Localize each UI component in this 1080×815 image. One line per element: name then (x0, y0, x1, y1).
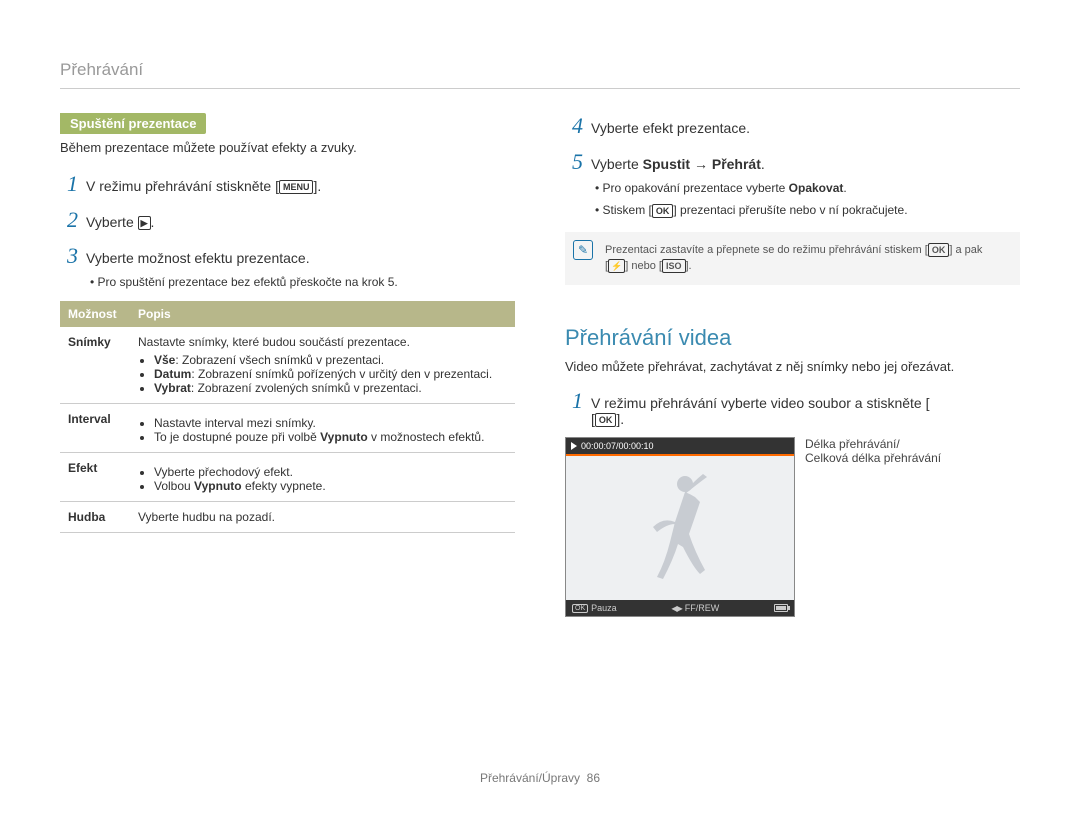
ok-button-icon: OK (595, 413, 617, 427)
step-text: Vyberte efekt prezentace. (591, 120, 750, 136)
right-column: 4 Vyberte efekt prezentace. 5 Vyberte Sp… (565, 113, 1020, 617)
step-5: 5 Vyberte Spustit → Přehrát. (565, 149, 1020, 175)
note-icon: ✎ (573, 240, 593, 260)
timecode: 00:00:07/00:00:10 (581, 441, 654, 451)
options-table: Možnost Popis Snímky Nastavte snímky, kt… (60, 301, 515, 533)
battery-icon (774, 604, 788, 612)
play-icon: ▶ (138, 216, 151, 230)
table-row: Interval Nastavte interval mezi snímky. … (60, 404, 515, 453)
play-icon (571, 442, 577, 450)
step-number: 1 (565, 388, 583, 414)
callout-line (566, 454, 795, 456)
step-1: 1 V režimu přehrávání stiskněte [MENU]. (60, 171, 515, 197)
table-row: Snímky Nastavte snímky, které budou souč… (60, 327, 515, 404)
step-number: 4 (565, 113, 583, 139)
ok-button-icon: OK (652, 204, 674, 218)
step-2: 2 Vyberte ▶. (60, 207, 515, 233)
ok-button-icon: OK (928, 243, 950, 257)
menu-button-icon: MENU (279, 180, 314, 194)
step-text: Vyberte (86, 214, 138, 230)
step-number: 3 (60, 243, 78, 269)
playback-figure: 00:00:07/00:00:10 OK Pauza ◀▶ FF/REW (565, 437, 1020, 617)
video-desc: Video můžete přehrávat, zachytávat z něj… (565, 359, 1020, 374)
step-number: 2 (60, 207, 78, 233)
step-number: 1 (60, 171, 78, 197)
step-text: V režimu přehrávání stiskněte [ (86, 178, 279, 194)
subsection-tag: Spuštění prezentace (60, 113, 206, 134)
left-column: Spuštění prezentace Během prezentace můž… (60, 113, 515, 617)
video-screen: 00:00:07/00:00:10 OK Pauza ◀▶ FF/REW (565, 437, 795, 617)
pause-label: Pauza (591, 603, 617, 613)
iso-button-icon: ISO (662, 259, 686, 273)
step-5-sub2: • Stiskem [OK] prezentaci přerušíte nebo… (595, 203, 1020, 218)
step-number: 5 (565, 149, 583, 175)
dancer-graphic (645, 472, 715, 582)
video-playback-heading: Přehrávání videa (565, 325, 1020, 351)
step-3-sub: • Pro spuštění prezentace bez efektů pře… (90, 275, 515, 289)
step-text: Vyberte možnost efektu prezentace. (86, 250, 310, 266)
table-header-option: Možnost (60, 301, 130, 327)
section-header: Přehrávání (60, 60, 1020, 89)
table-row: Efekt Vyberte přechodový efekt. Volbou V… (60, 453, 515, 502)
intro-text: Během prezentace můžete používat efekty … (60, 140, 515, 155)
step-3: 3 Vyberte možnost efektu prezentace. (60, 243, 515, 269)
table-row: Hudba Vyberte hudbu na pozadí. (60, 502, 515, 533)
step-4: 4 Vyberte efekt prezentace. (565, 113, 1020, 139)
callout-text: Délka přehrávání/ Celková délka přehrává… (805, 437, 941, 465)
flash-icon: ⚡ (608, 259, 625, 273)
page-footer: Přehrávání/Úpravy 86 (0, 771, 1080, 785)
note-box: ✎ Prezentaci zastavíte a přepnete se do … (565, 232, 1020, 285)
table-header-desc: Popis (130, 301, 515, 327)
step-5-sub1: • Pro opakování prezentace vyberte Opako… (595, 181, 1020, 195)
ok-small-icon: OK (572, 604, 588, 613)
video-step-1: 1 V režimu přehrávání vyberte video soub… (565, 388, 1020, 427)
ffrew-label: FF/REW (685, 603, 720, 613)
left-right-icon: ◀▶ (671, 604, 681, 613)
